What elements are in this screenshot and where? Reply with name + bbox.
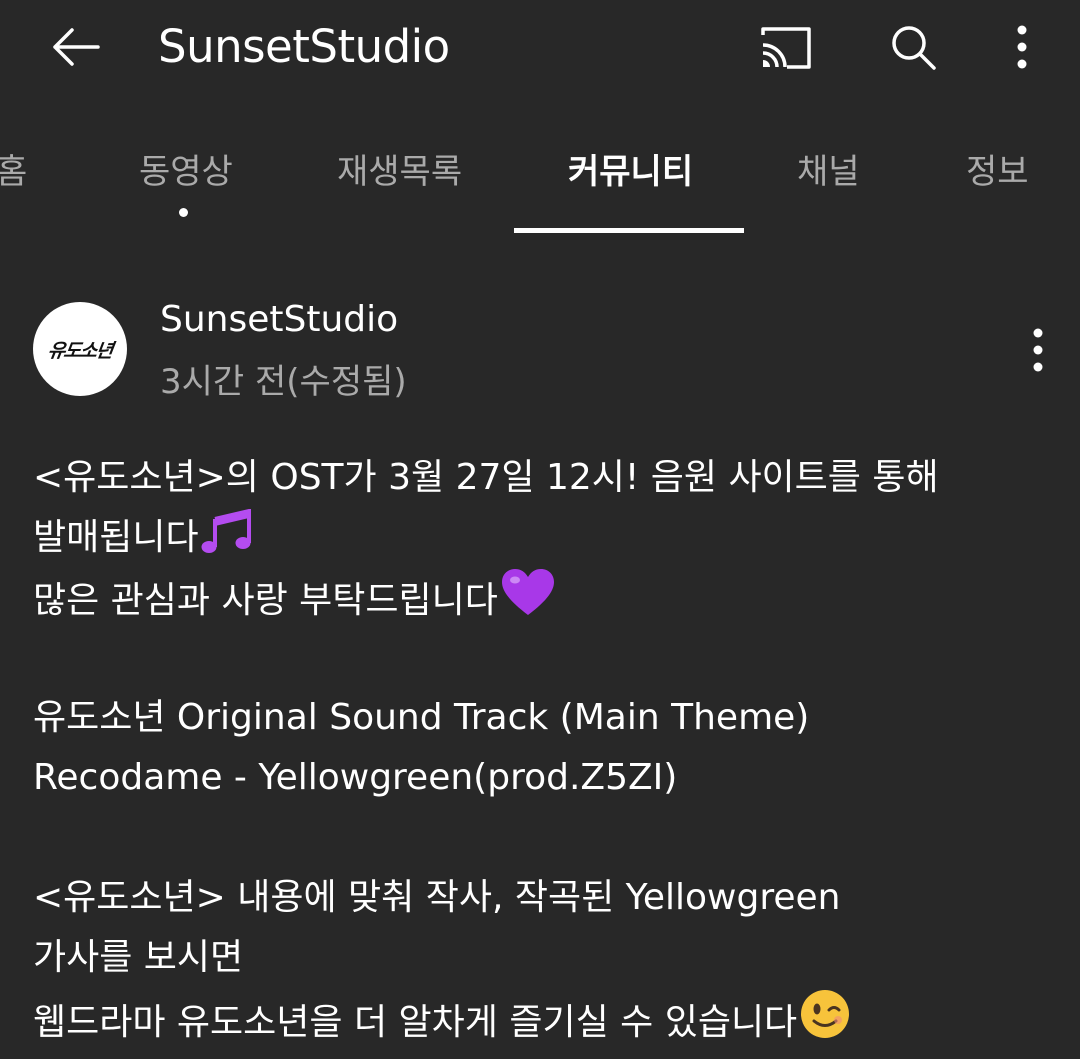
post-line-text: <유도소년> 내용에 맞춰 작사, 작곡된 Yellowgreen — [33, 877, 841, 918]
post-author[interactable]: SunsetStudio — [160, 296, 398, 344]
post-line: 웹드라마 유도소년을 더 알차게 즐기실 수 있습니다 — [33, 988, 1063, 1048]
tab-playlists[interactable]: 재생목록 — [337, 148, 462, 196]
post-line: <유도소년> 내용에 맞춰 작사, 작곡된 Yellowgreen — [33, 868, 1063, 928]
post-menu-button[interactable] — [1016, 322, 1060, 378]
post-line: <유도소년>의 OST가 3월 27일 12시! 음원 사이트를 통해 — [33, 448, 1063, 508]
tab-videos[interactable]: 동영상 — [139, 148, 233, 196]
post-line-text: 가사를 보시면 — [33, 937, 244, 978]
post-line: Recodame - Yellowgreen(prod.Z5ZI) — [33, 748, 1063, 808]
post-line — [33, 808, 1063, 868]
cast-icon — [761, 27, 811, 69]
arrow-left-icon — [53, 28, 100, 66]
tab-community[interactable]: 커뮤니티 — [568, 148, 693, 196]
channel-title: SunsetStudio — [158, 20, 450, 73]
winking-face-emoji — [799, 988, 851, 1059]
post-line: 유도소년 Original Sound Track (Main Theme) — [33, 688, 1063, 748]
post-line: 가사를 보시면 — [33, 928, 1063, 988]
active-tab-indicator — [514, 228, 744, 233]
tab-home[interactable]: 홈 — [0, 148, 27, 196]
post-line: 발매됩니다 — [33, 508, 1063, 568]
purple-heart-emoji — [500, 568, 556, 637]
tab-about[interactable]: 정보 — [966, 148, 1029, 196]
cast-button[interactable] — [752, 14, 818, 80]
avatar-logo-text: 유도소년 — [46, 339, 114, 362]
post-timestamp: 3시간 전(수정됨) — [160, 362, 407, 402]
post-line-text: 많은 관심과 사랑 부탁드립니다 — [33, 580, 498, 621]
top-app-bar: SunsetStudio — [0, 0, 1080, 96]
post-line-text: Recodame - Yellowgreen(prod.Z5ZI) — [33, 757, 678, 798]
post-line: 많은 관심과 사랑 부탁드립니다 — [33, 568, 1063, 628]
search-icon — [892, 26, 936, 70]
more-vertical-icon — [1017, 25, 1027, 69]
channel-tabs: 홈 동영상 재생목록 커뮤니티 채널 정보 — [0, 128, 1080, 238]
channel-avatar[interactable]: 유도소년 — [33, 302, 127, 396]
post-line — [33, 628, 1063, 688]
back-button[interactable] — [46, 18, 104, 76]
post-body: <유도소년>의 OST가 3월 27일 12시! 음원 사이트를 통해 발매됩니… — [33, 448, 1063, 1048]
post-line-text: <유도소년>의 OST가 3월 27일 12시! 음원 사이트를 통해 — [33, 457, 939, 498]
music-notes-emoji — [201, 508, 255, 574]
more-options-button[interactable] — [994, 14, 1050, 80]
tab-channels[interactable]: 채널 — [797, 148, 860, 196]
post-line-text: 발매됩니다 — [33, 517, 199, 558]
more-vertical-icon — [1033, 328, 1043, 372]
new-content-dot — [179, 208, 188, 217]
search-button[interactable] — [880, 14, 946, 80]
community-page: SunsetStudio 홈 동영상 재생목록 커뮤니티 채널 정보 유도소년 … — [0, 0, 1080, 1059]
post-line-text: 유도소년 Original Sound Track (Main Theme) — [33, 697, 810, 738]
post-line-text: 웹드라마 유도소년을 더 알차게 즐기실 수 있습니다 — [33, 1002, 798, 1043]
